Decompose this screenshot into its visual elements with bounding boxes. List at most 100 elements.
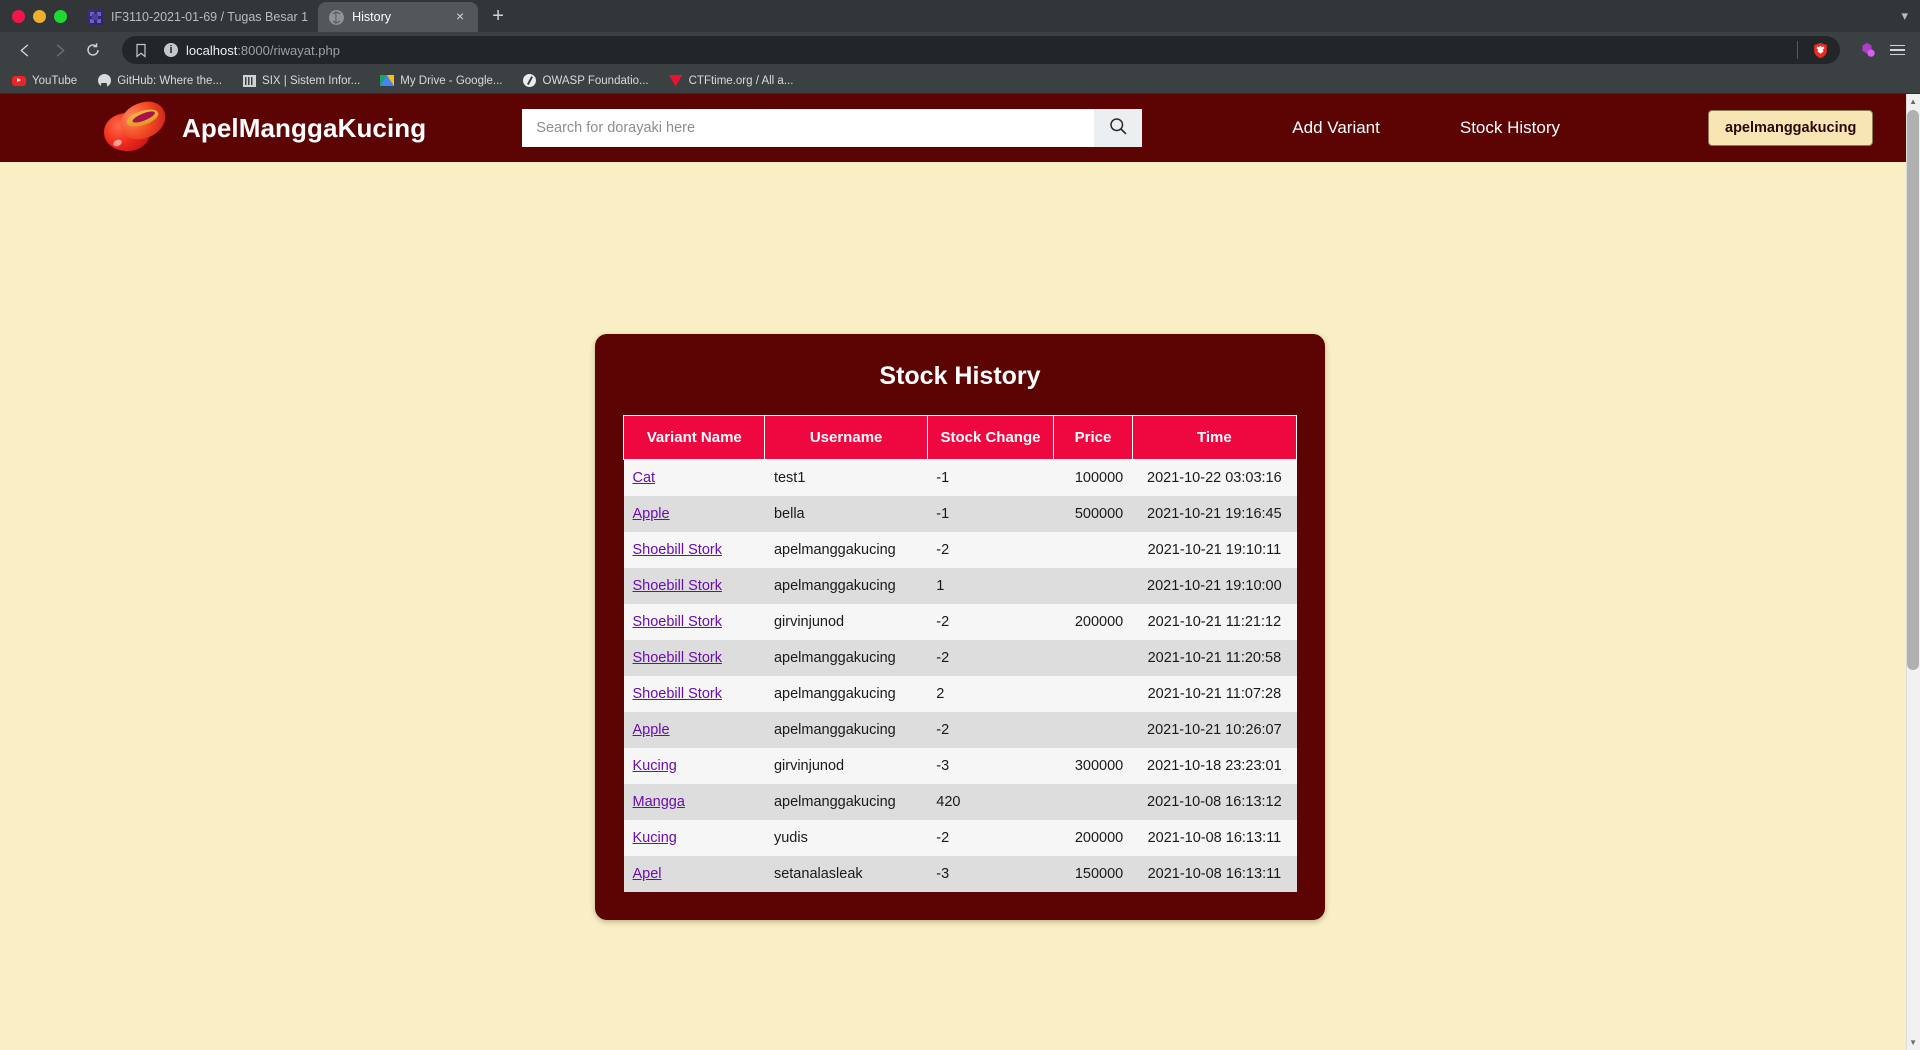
bookmark-ctftime[interactable]: CTFtime.org / All a... xyxy=(668,74,793,88)
bookmark-label: SIX | Sistem Infor... xyxy=(262,74,361,87)
table-row: Kucing girvinjunod -3 300000 2021-10-18 23:2… xyxy=(623,747,1297,784)
bookmark-icon[interactable] xyxy=(134,43,148,58)
owasp-icon xyxy=(523,74,537,88)
cell-price: 200000 xyxy=(1074,829,1124,846)
scrollbar-thumb[interactable] xyxy=(1907,110,1919,670)
forward-button[interactable] xyxy=(44,35,74,65)
cell-username: girvinjunod xyxy=(773,757,845,774)
table-row: Apple bella -1 500000 2021-10-21 19:16:45 xyxy=(623,495,1297,532)
cell-price xyxy=(1054,676,1133,712)
cell-stock-change: 1 xyxy=(936,577,945,594)
scroll-down-arrow[interactable]: ▼ xyxy=(1909,1038,1917,1047)
tab-title: History xyxy=(352,10,392,24)
bookmark-six[interactable]: SIX | Sistem Infor... xyxy=(242,74,360,88)
variant-link[interactable]: Kucing xyxy=(633,758,677,774)
site-brand[interactable]: ApelManggaKucing xyxy=(104,95,426,151)
cell-username: apelmanggakucing xyxy=(773,721,896,738)
variant-link[interactable]: Kucing xyxy=(633,830,677,846)
user-badge[interactable]: apelmanggakucing xyxy=(1708,110,1874,146)
cell-username: girvinjunod xyxy=(773,613,845,630)
bookmark-my-drive[interactable]: My Drive - Google... xyxy=(380,74,503,88)
variant-link[interactable]: Shoebill Stork xyxy=(633,650,722,666)
url-text: localhost:8000/riwayat.php xyxy=(186,43,1789,58)
cell-stock-change: 420 xyxy=(936,793,961,810)
table-body: Cat test1 -1 100000 2021-10-22 03:03:16 Apple… xyxy=(623,459,1297,892)
table-row: Cat test1 -1 100000 2021-10-22 03:03:16 xyxy=(623,459,1297,496)
window-close-button[interactable] xyxy=(12,9,25,23)
window-minimize-button[interactable] xyxy=(33,9,46,23)
window-maximize-button[interactable] xyxy=(54,9,67,23)
address-bar[interactable]: i localhost:8000/riwayat.php xyxy=(122,36,1840,64)
nav-link-stock-history[interactable]: Stock History xyxy=(1420,118,1600,138)
variant-link[interactable]: Mangga xyxy=(633,794,685,810)
scroll-up-arrow[interactable]: ▲ xyxy=(1909,97,1917,106)
bookmark-youtube[interactable]: YouTube xyxy=(12,74,77,88)
cell-username: test1 xyxy=(773,469,806,486)
variant-link[interactable]: Shoebill Stork xyxy=(633,542,722,558)
extension-icon[interactable] xyxy=(1854,37,1880,63)
back-button[interactable] xyxy=(10,35,40,65)
browser-window: IF3110-2021-01-69 / Tugas Besar 1 Histor… xyxy=(0,0,1920,1050)
cell-variant-name: Shoebill Stork xyxy=(624,676,765,712)
column-header-stock-change: Stock Change xyxy=(926,415,1055,460)
cell-variant-name: Mangga xyxy=(624,784,765,820)
column-header-price: Price xyxy=(1053,415,1133,460)
cell-price xyxy=(1054,532,1133,568)
nav-link-add-variant[interactable]: Add Variant xyxy=(1252,118,1420,138)
browser-tab-gitlab[interactable]: IF3110-2021-01-69 / Tugas Besar 1 xyxy=(77,2,319,32)
bookmark-owasp[interactable]: OWASP Foundatio... xyxy=(523,74,649,88)
cell-variant-name: Shoebill Stork xyxy=(624,568,765,604)
cell-time: 2021-10-08 16:13:11 xyxy=(1147,865,1282,882)
tab-strip: IF3110-2021-01-69 / Tugas Besar 1 Histor… xyxy=(0,0,1920,32)
cell-username: apelmanggakucing xyxy=(773,685,896,702)
url-path: :8000/riwayat.php xyxy=(237,42,340,58)
cell-variant-name: Cat xyxy=(624,460,765,496)
variant-link[interactable]: Shoebill Stork xyxy=(633,614,722,630)
cell-variant-name: Shoebill Stork xyxy=(624,640,765,676)
brave-shields-icon[interactable] xyxy=(1811,41,1829,59)
search-input[interactable] xyxy=(522,109,1095,147)
cell-time: 2021-10-22 03:03:16 xyxy=(1147,469,1282,486)
column-header-variant-name: Variant Name xyxy=(622,415,766,460)
cell-variant-name: Apple xyxy=(624,496,765,532)
variant-link[interactable]: Shoebill Stork xyxy=(633,686,722,702)
cell-price xyxy=(1054,640,1133,676)
cell-time: 2021-10-21 10:26:07 xyxy=(1147,721,1282,738)
cell-price xyxy=(1054,568,1133,604)
cell-variant-name: Shoebill Stork xyxy=(624,532,765,568)
browser-tab-history[interactable]: History × xyxy=(318,2,479,32)
chevron-down-icon[interactable]: ▾ xyxy=(1901,8,1908,24)
cell-stock-change: -2 xyxy=(936,649,950,666)
search-button[interactable] xyxy=(1094,109,1143,147)
cell-time: 2021-10-21 11:07:28 xyxy=(1147,685,1282,702)
reload-button[interactable] xyxy=(78,35,108,65)
globe-icon xyxy=(328,9,344,25)
cell-username: yudis xyxy=(773,829,808,846)
bookmark-github[interactable]: GitHub: Where the... xyxy=(97,74,222,88)
site-info-icon[interactable]: i xyxy=(164,43,178,57)
cell-username: apelmanggakucing xyxy=(773,793,896,810)
cell-stock-change: -3 xyxy=(936,757,950,774)
site-nav: Add Variant Stock History xyxy=(1252,118,1600,138)
browser-menu-button[interactable] xyxy=(1884,37,1910,63)
table-row: Mangga apelmanggakucing 420 2021-10-08 16:1… xyxy=(623,783,1297,820)
tab-close-button[interactable]: × xyxy=(452,9,468,25)
variant-link[interactable]: Cat xyxy=(633,470,656,486)
table-row: Shoebill Stork apelmanggakucing -2 2021-10-… xyxy=(623,531,1297,568)
table-row: Apel setanalasleak -3 150000 2021-10-08 16:1… xyxy=(623,855,1297,892)
variant-link[interactable]: Apel xyxy=(633,866,662,882)
google-drive-icon xyxy=(380,74,395,88)
page-viewport: ApelManggaKucing Add Variant Stock Histo… xyxy=(0,94,1920,1050)
cell-stock-change: -2 xyxy=(936,829,950,846)
cell-price: 500000 xyxy=(1074,505,1124,522)
page-scrollbar[interactable]: ▲ ▼ xyxy=(1906,94,1920,1050)
ctftime-icon xyxy=(668,74,683,88)
youtube-icon xyxy=(12,74,26,88)
column-header-time: Time xyxy=(1131,415,1298,460)
cell-price: 100000 xyxy=(1074,469,1124,486)
new-tab-button[interactable]: + xyxy=(484,3,512,31)
bookmark-label: GitHub: Where the... xyxy=(117,74,223,87)
variant-link[interactable]: Shoebill Stork xyxy=(633,578,722,594)
variant-link[interactable]: Apple xyxy=(633,722,670,738)
variant-link[interactable]: Apple xyxy=(633,506,670,522)
